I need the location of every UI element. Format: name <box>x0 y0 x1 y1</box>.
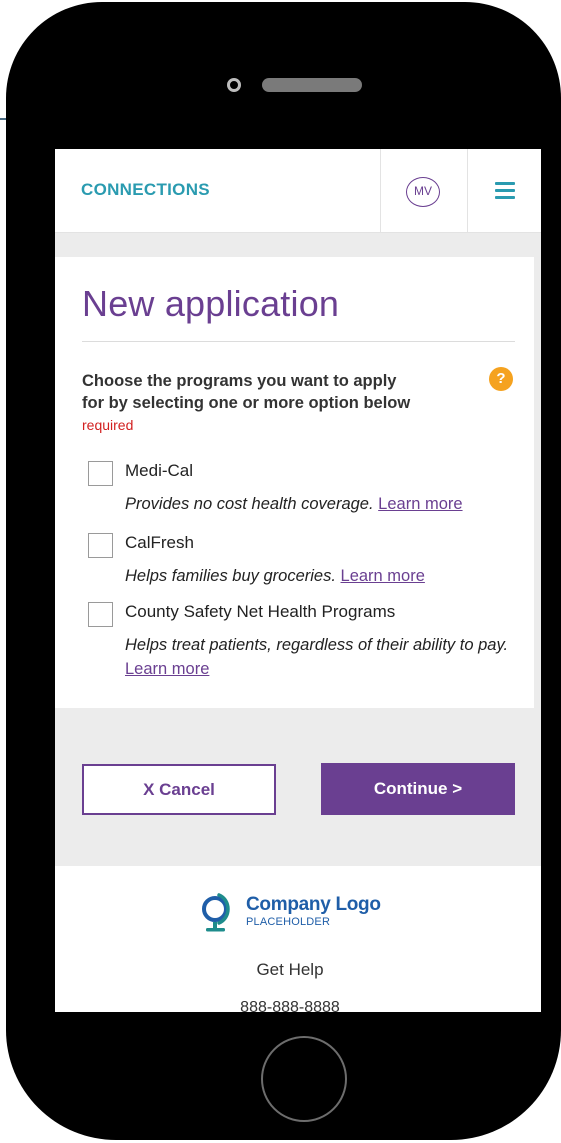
option-description-text: Helps treat patients, regardless of thei… <box>125 636 509 654</box>
help-phone-number[interactable]: 888-888-8888 <box>55 999 525 1012</box>
app-screen: CONNECTIONS MV New application Choose th… <box>55 149 541 1012</box>
option-description-text: Helps families buy groceries. <box>125 567 336 585</box>
top-navigation-bar: CONNECTIONS MV <box>55 149 541 233</box>
option-description: Helps families buy groceries. Learn more <box>125 564 525 588</box>
hamburger-menu-icon[interactable] <box>495 182 515 199</box>
action-area: X Cancel Continue > <box>55 708 534 866</box>
option-description-text: Provides no cost health coverage. <box>125 495 374 513</box>
home-button[interactable] <box>261 1036 347 1122</box>
county-safety-net-checkbox[interactable] <box>88 602 113 627</box>
option-label: County Safety Net Health Programs <box>125 602 396 621</box>
page-title: New application <box>82 283 340 324</box>
logo-title: Company Logo <box>246 894 381 915</box>
cancel-button[interactable]: X Cancel <box>82 764 276 815</box>
option-description: Helps treat patients, regardless of thei… <box>125 633 525 681</box>
get-help-heading: Get Help <box>256 960 324 979</box>
learn-more-link[interactable]: Learn more <box>378 495 462 513</box>
header-separator-band <box>55 233 541 257</box>
learn-more-link[interactable]: Learn more <box>125 660 209 678</box>
globe-logo-icon <box>202 893 230 932</box>
title-divider <box>82 341 515 342</box>
continue-button[interactable]: Continue > <box>321 763 515 815</box>
user-avatar[interactable]: MV <box>406 177 440 207</box>
menu-cell <box>467 149 541 233</box>
avatar-cell: MV <box>380 149 467 233</box>
prompt-text: Choose the programs you want to apply fo… <box>82 372 411 412</box>
calfresh-checkbox[interactable] <box>88 533 113 558</box>
program-prompt: Choose the programs you want to apply fo… <box>82 370 412 436</box>
required-label: required <box>82 417 134 433</box>
speaker-grille <box>262 78 362 92</box>
option-label: CalFresh <box>125 533 194 552</box>
company-logo[interactable]: Company Logo PLACEHOLDER <box>197 892 397 938</box>
right-edge-band <box>534 233 541 953</box>
option-label: Medi-Cal <box>125 461 194 480</box>
camera-icon <box>227 78 241 92</box>
logo-subtitle: PLACEHOLDER <box>246 916 331 928</box>
option-description: Provides no cost health coverage. Learn … <box>125 492 525 516</box>
medi-cal-checkbox[interactable] <box>88 461 113 486</box>
help-icon[interactable]: ? <box>489 367 513 391</box>
learn-more-link[interactable]: Learn more <box>341 567 425 585</box>
page-footer: Company Logo PLACEHOLDER Get Help 888-88… <box>55 866 541 1012</box>
brand-link[interactable]: CONNECTIONS <box>81 180 210 200</box>
